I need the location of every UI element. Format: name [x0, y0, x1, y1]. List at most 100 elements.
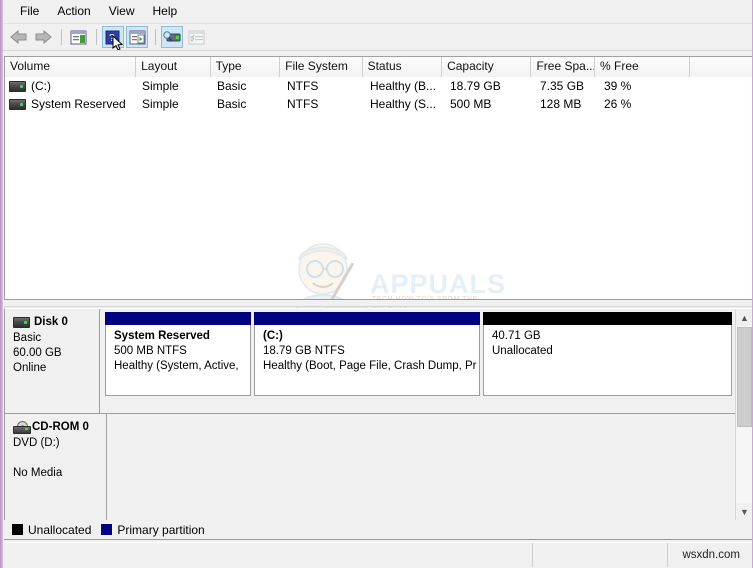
- partition-body: 40.71 GB Unallocated: [483, 325, 732, 396]
- back-icon: [10, 30, 28, 44]
- show-action-pane-icon: [129, 30, 146, 45]
- volume-name-label: System Reserved: [31, 95, 126, 113]
- back-button[interactable]: [8, 26, 30, 48]
- partition-color-bar: [483, 312, 732, 325]
- disk-title-cdrom0: CD-ROM 0: [13, 420, 106, 435]
- partition-size: 18.79 GB NTFS: [263, 344, 479, 359]
- partition-c-drive[interactable]: (C:) 18.79 GB NTFS Healthy (Boot, Page F…: [254, 312, 480, 413]
- legend-swatch-unallocated: [12, 524, 23, 535]
- legend-label-unallocated: Unallocated: [28, 523, 91, 537]
- status-bar: wsxdn.com: [4, 542, 752, 566]
- status-cell-2: [533, 543, 668, 567]
- disk-title-disk0: Disk 0: [13, 315, 99, 330]
- cdrom-state-label: No Media: [13, 466, 106, 481]
- rescan-disks-icon: [163, 30, 182, 44]
- window-left-edge: [0, 0, 3, 568]
- cdrom-type-label: DVD (D:): [13, 436, 106, 451]
- status-cell-1: [4, 543, 533, 567]
- volume-list-header: Volume Layout Type File System Status Ca…: [5, 57, 752, 77]
- column-header-type[interactable]: Type: [211, 57, 281, 77]
- help-button[interactable]: ?: [102, 26, 124, 48]
- show-hide-tree-button[interactable]: [67, 26, 89, 48]
- menu-item-help[interactable]: Help: [144, 2, 187, 21]
- table-row[interactable]: System Reserved Simple Basic NTFS Health…: [5, 95, 752, 113]
- volume-cell-status: Healthy (B...: [365, 77, 445, 95]
- column-header-free-space[interactable]: Free Spa...: [531, 57, 595, 77]
- forward-button[interactable]: [32, 26, 54, 48]
- rescan-disks-button[interactable]: [161, 26, 183, 48]
- menu-item-action[interactable]: Action: [48, 2, 99, 21]
- table-row[interactable]: (C:) Simple Basic NTFS Healthy (B... 18.…: [5, 77, 752, 95]
- partition-color-bar: [254, 312, 480, 325]
- disk-type-label: Basic: [13, 331, 99, 346]
- toolbar: ?: [3, 24, 752, 50]
- pane-splitter[interactable]: [4, 299, 752, 307]
- drive-icon: [9, 81, 26, 92]
- cdrom-icon: [13, 421, 30, 434]
- disk-name-label: Disk 0: [34, 315, 68, 330]
- column-header-status[interactable]: Status: [363, 57, 442, 77]
- column-header-layout[interactable]: Layout: [136, 57, 211, 77]
- partition-size: 40.71 GB: [492, 329, 731, 344]
- graphical-view-scrollbar[interactable]: ▲ ▼: [735, 309, 752, 520]
- column-header-volume[interactable]: Volume: [5, 57, 136, 77]
- volume-cell-percent-free: 39 %: [599, 77, 695, 95]
- column-header-file-system[interactable]: File System: [280, 57, 362, 77]
- volume-cell-type: Basic: [212, 77, 282, 95]
- graphical-view-pane: Disk 0 Basic 60.00 GB Online System Rese…: [4, 308, 752, 520]
- partition-status: Healthy (Boot, Page File, Crash Dump, Pr: [263, 359, 479, 374]
- legend-bar: Unallocated Primary partition: [4, 520, 752, 540]
- volume-cell-name: System Reserved: [5, 95, 137, 113]
- partition-status: Healthy (System, Active,: [114, 359, 250, 374]
- scrollbar-down-arrow[interactable]: ▼: [736, 503, 752, 520]
- volume-cell-file-system: NTFS: [282, 95, 365, 113]
- volume-cell-layout: Simple: [137, 95, 212, 113]
- column-header-capacity[interactable]: Capacity: [442, 57, 531, 77]
- properties-icon: [188, 30, 205, 45]
- drive-icon: [9, 99, 26, 110]
- column-header-percent-free[interactable]: % Free: [595, 57, 690, 77]
- volume-cell-free-space: 7.35 GB: [535, 77, 599, 95]
- status-cell-watermark: wsxdn.com: [668, 543, 752, 567]
- partition-title: (C:): [263, 329, 479, 344]
- column-header-spacer[interactable]: [690, 57, 752, 77]
- menu-bar: File Action View Help: [3, 0, 752, 23]
- disk-management-window: File Action View Help: [0, 0, 753, 568]
- disk-icon: [13, 317, 30, 328]
- disk0-partition-area: System Reserved 500 MB NTFS Healthy (Sys…: [100, 309, 735, 414]
- legend-item-primary-partition: Primary partition: [101, 523, 204, 537]
- disk-info-cdrom0: CD-ROM 0 DVD (D:) No Media: [5, 414, 107, 520]
- toolbar-separator-3: [155, 29, 156, 45]
- volume-cell-percent-free: 26 %: [599, 95, 695, 113]
- cdrom-empty-area: [107, 414, 735, 520]
- partition-system-reserved[interactable]: System Reserved 500 MB NTFS Healthy (Sys…: [105, 312, 251, 413]
- disk-size-label: 60.00 GB: [13, 346, 99, 361]
- volume-cell-file-system: NTFS: [282, 77, 365, 95]
- partition-body: System Reserved 500 MB NTFS Healthy (Sys…: [105, 325, 251, 396]
- menu-item-file[interactable]: File: [11, 2, 48, 21]
- forward-icon: [34, 30, 52, 44]
- partition-unallocated[interactable]: 40.71 GB Unallocated: [483, 312, 732, 413]
- properties-button[interactable]: [185, 26, 207, 48]
- volume-cell-capacity: 18.79 GB: [445, 77, 535, 95]
- volume-cell-free-space: 128 MB: [535, 95, 599, 113]
- volume-cell-name: (C:): [5, 77, 137, 95]
- disk-row-cdrom0[interactable]: CD-ROM 0 DVD (D:) No Media: [5, 414, 735, 520]
- toolbar-bottom-border: [3, 50, 752, 51]
- toolbar-separator-2: [96, 29, 97, 45]
- partition-body: (C:) 18.79 GB NTFS Healthy (Boot, Page F…: [254, 325, 480, 396]
- menu-item-view[interactable]: View: [100, 2, 144, 21]
- volume-name-label: (C:): [31, 77, 51, 95]
- partition-size: 500 MB NTFS: [114, 344, 250, 359]
- scrollbar-thumb[interactable]: [737, 327, 752, 427]
- volume-cell-status: Healthy (S...: [365, 95, 445, 113]
- volume-cell-layout: Simple: [137, 77, 212, 95]
- show-action-pane-button[interactable]: [126, 26, 148, 48]
- partition-status: Unallocated: [492, 344, 731, 359]
- disk-row-disk0[interactable]: Disk 0 Basic 60.00 GB Online System Rese…: [5, 309, 735, 414]
- scrollbar-up-arrow[interactable]: ▲: [736, 309, 752, 326]
- disk-info-disk0: Disk 0 Basic 60.00 GB Online: [5, 309, 100, 414]
- volume-cell-type: Basic: [212, 95, 282, 113]
- volume-list-pane: Volume Layout Type File System Status Ca…: [4, 56, 752, 299]
- legend-swatch-primary: [101, 524, 112, 535]
